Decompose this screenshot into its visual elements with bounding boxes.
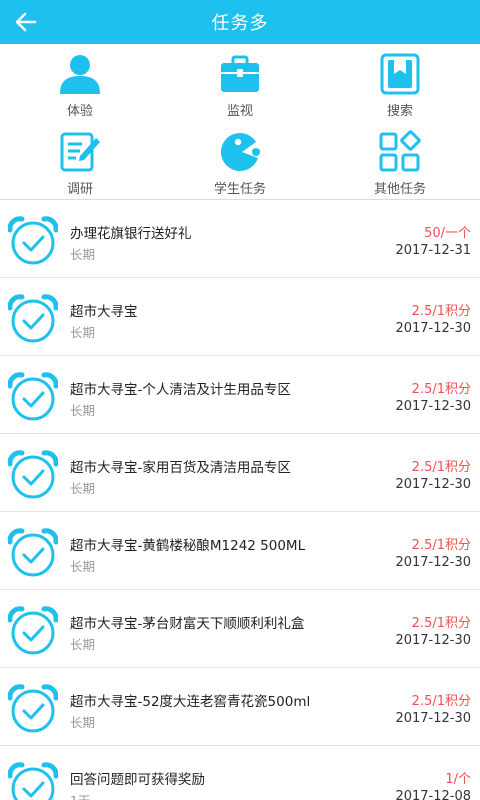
task-date: 2017-12-31: [395, 243, 471, 258]
task-title: 超市大寻宝-茅台财富天下顺顺利利礼盒: [70, 616, 305, 632]
check-clock-icon: [8, 606, 58, 655]
category-other[interactable]: 其他任务: [320, 122, 480, 200]
task-duration: 长期: [70, 325, 96, 340]
task-duration: 长期: [70, 247, 96, 262]
task-reward: 2.5/1积分: [411, 694, 471, 709]
task-row[interactable]: 超市大寻宝-个人清洁及计生用品专区 长期 2.5/1积分 2017-12-30: [0, 356, 480, 434]
category-label: 搜索: [386, 104, 413, 119]
category-label: 监视: [226, 104, 253, 119]
task-date: 2017-12-30: [395, 711, 471, 726]
check-clock-icon: [8, 684, 58, 733]
check-clock-icon: [8, 528, 58, 577]
check-clock-icon: [8, 762, 58, 800]
task-title: 超市大寻宝: [70, 304, 138, 320]
check-clock-icon: [8, 294, 58, 343]
task-reward: 2.5/1积分: [411, 538, 471, 553]
task-reward: 2.5/1积分: [411, 460, 471, 475]
task-duration: 长期: [70, 637, 96, 652]
category-search[interactable]: 搜索: [320, 44, 480, 122]
task-date: 2017-12-30: [395, 477, 471, 492]
category-label: 体验: [66, 104, 93, 119]
task-row[interactable]: 回答问题即可获得奖励 1天 1/个 2017-12-08: [0, 746, 480, 800]
bookmark-icon: [378, 52, 422, 96]
category-grid: 体验 监视 搜索 调研 学生任务 其他任务: [0, 44, 480, 200]
task-row[interactable]: 超市大寻宝-黄鹤楼秘酿M1242 500ML 长期 2.5/1积分 2017-1…: [0, 512, 480, 590]
task-row[interactable]: 办理花旗银行送好礼 长期 50/一个 2017-12-31: [0, 200, 480, 278]
category-label: 调研: [66, 182, 93, 197]
task-date: 2017-12-30: [395, 555, 471, 570]
task-reward: 2.5/1积分: [411, 382, 471, 397]
task-date: 2017-12-30: [395, 399, 471, 414]
task-title: 超市大寻宝-黄鹤楼秘酿M1242 500ML: [70, 538, 306, 554]
page-title: 任务多: [211, 13, 269, 34]
task-reward: 2.5/1积分: [411, 304, 471, 319]
check-clock-icon: [8, 450, 58, 499]
task-date: 2017-12-30: [395, 321, 471, 336]
task-title: 超市大寻宝-个人清洁及计生用品专区: [70, 382, 291, 398]
task-reward: 2.5/1积分: [411, 616, 471, 631]
task-row[interactable]: 超市大寻宝-52度大连老窖青花瓷500ml 长期 2.5/1积分 2017-12…: [0, 668, 480, 746]
task-date: 2017-12-08: [395, 789, 471, 800]
check-clock-icon: [8, 216, 58, 265]
task-duration: 长期: [70, 403, 96, 418]
task-duration: 长期: [70, 715, 96, 730]
task-duration: 长期: [70, 559, 96, 574]
category-label: 其他任务: [373, 182, 426, 197]
category-experience[interactable]: 体验: [0, 44, 160, 122]
task-title: 超市大寻宝-52度大连老窖青花瓷500ml: [70, 694, 311, 710]
task-date: 2017-12-30: [395, 633, 471, 648]
task-reward: 50/一个: [424, 226, 471, 241]
apps-icon: [378, 130, 422, 174]
category-label: 学生任务: [213, 182, 266, 197]
task-duration: 1天: [70, 790, 90, 800]
category-monitor[interactable]: 监视: [160, 44, 320, 122]
briefcase-icon: [218, 52, 262, 96]
arrow-left-icon: [15, 12, 37, 32]
task-row[interactable]: 超市大寻宝-家用百货及清洁用品专区 长期 2.5/1积分 2017-12-30: [0, 434, 480, 512]
task-row[interactable]: 超市大寻宝-茅台财富天下顺顺利利礼盒 长期 2.5/1积分 2017-12-30: [0, 590, 480, 668]
task-title: 办理花旗银行送好礼: [70, 226, 192, 242]
check-clock-icon: [8, 372, 58, 421]
task-reward: 1/个: [445, 772, 471, 787]
app-header: 任务多: [0, 0, 480, 44]
pacman-icon: [218, 130, 262, 174]
category-student[interactable]: 学生任务: [160, 122, 320, 200]
task-list: 办理花旗银行送好礼 长期 50/一个 2017-12-31 超市大寻宝 长期 2…: [0, 200, 480, 800]
user-icon: [58, 52, 102, 96]
survey-icon: [58, 130, 102, 174]
task-title: 回答问题即可获得奖励: [70, 772, 205, 788]
task-title: 超市大寻宝-家用百货及清洁用品专区: [70, 460, 291, 476]
task-duration: 长期: [70, 481, 96, 496]
task-row[interactable]: 超市大寻宝 长期 2.5/1积分 2017-12-30: [0, 278, 480, 356]
back-button[interactable]: [8, 4, 44, 40]
category-survey[interactable]: 调研: [0, 122, 160, 200]
